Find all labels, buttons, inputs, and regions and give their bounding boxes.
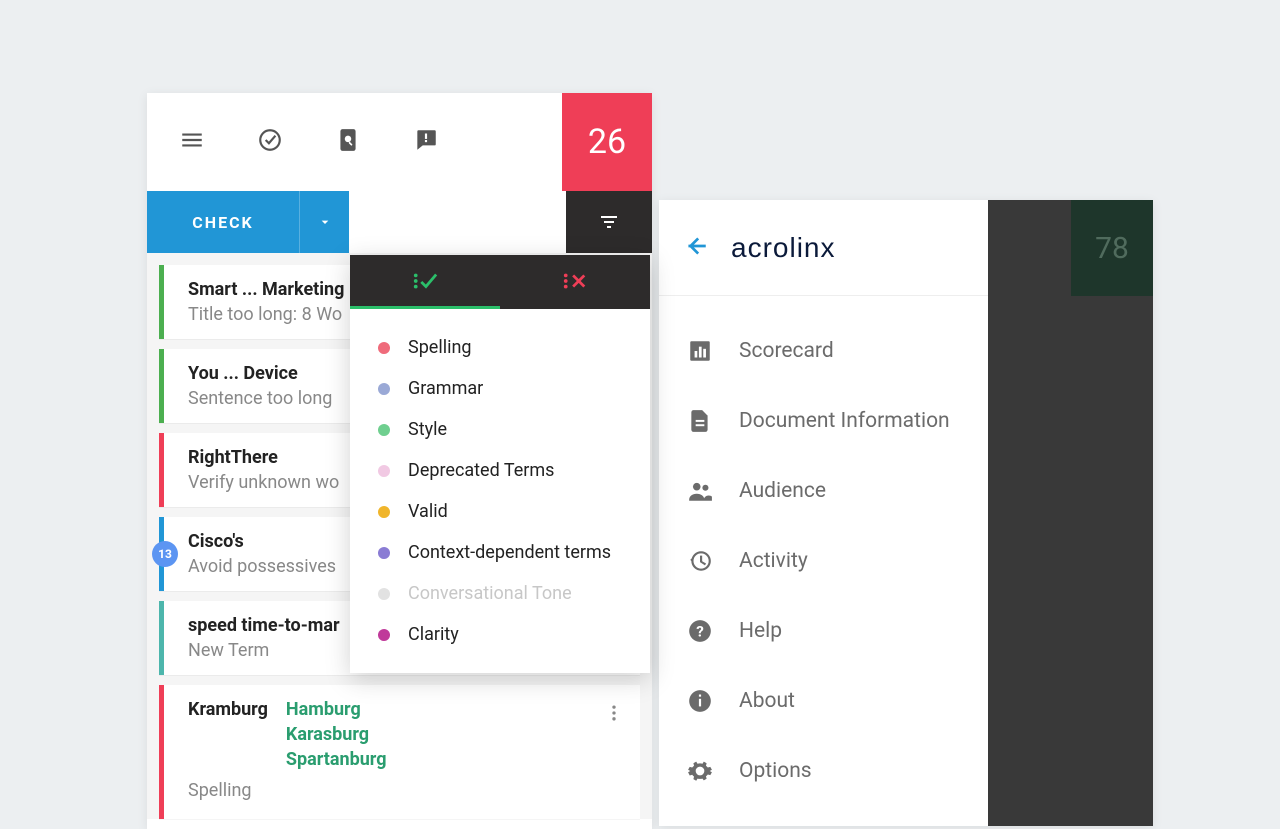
- document-icon: [687, 408, 713, 434]
- drawer-item-options[interactable]: Options: [659, 736, 988, 806]
- filter-label: Valid: [408, 501, 448, 522]
- filter-label: Conversational Tone: [408, 583, 572, 604]
- drawer-item-docinfo[interactable]: Document Information: [659, 386, 988, 456]
- issue-card-expanded[interactable]: Kramburg Hamburg Karasburg Spartanburg S…: [159, 685, 640, 819]
- checkbar-spacer: [349, 191, 566, 253]
- check-button[interactable]: CHECK: [147, 191, 299, 253]
- drawer-item-help[interactable]: ? Help: [659, 596, 988, 666]
- drawer-label: About: [739, 689, 795, 713]
- color-dot: [378, 342, 390, 354]
- check-circle-icon[interactable]: [257, 127, 283, 157]
- filter-label: Deprecated Terms: [408, 460, 554, 481]
- drawer-item-activity[interactable]: Activity: [659, 526, 988, 596]
- color-dot: [378, 465, 390, 477]
- bar-chart-icon: [687, 338, 713, 364]
- more-icon[interactable]: [604, 703, 624, 727]
- color-dot: [378, 588, 390, 600]
- navigation-drawer: acrolinx Scorecard Document Information …: [659, 200, 988, 826]
- filter-item-grammar[interactable]: Grammar: [350, 368, 650, 409]
- filter-item-valid[interactable]: Valid: [350, 491, 650, 532]
- score-badge-secondary: 78: [1071, 200, 1153, 296]
- color-dot: [378, 547, 390, 559]
- filter-tab-disable[interactable]: [500, 255, 650, 309]
- color-dot: [378, 383, 390, 395]
- back-arrow-icon[interactable]: [683, 233, 709, 263]
- drawer-label: Activity: [739, 549, 808, 573]
- filter-tabs: [350, 255, 650, 309]
- topbar: 26: [147, 93, 652, 191]
- suggestion[interactable]: Karasburg: [286, 724, 387, 745]
- filter-item-spelling[interactable]: Spelling: [350, 327, 650, 368]
- drawer-item-about[interactable]: About: [659, 666, 988, 736]
- filter-label: Grammar: [408, 378, 483, 399]
- topbar-icons: [147, 127, 562, 157]
- filter-button[interactable]: [566, 191, 652, 253]
- help-icon: ?: [687, 618, 713, 644]
- score-badge[interactable]: 26: [562, 93, 652, 191]
- color-dot: [378, 424, 390, 436]
- check-dropdown[interactable]: [299, 191, 349, 253]
- flagged-term: Kramburg: [188, 699, 268, 720]
- drawer-label: Document Information: [739, 409, 950, 433]
- feedback-icon[interactable]: [413, 127, 439, 157]
- drawer-header: acrolinx: [659, 200, 988, 296]
- drawer-item-audience[interactable]: Audience: [659, 456, 988, 526]
- filter-item-context[interactable]: Context-dependent terms: [350, 532, 650, 573]
- issue-category: Spelling: [188, 780, 622, 801]
- filter-label: Clarity: [408, 624, 459, 645]
- people-icon: [687, 478, 713, 504]
- color-dot: [378, 506, 390, 518]
- svg-text:?: ?: [696, 622, 704, 640]
- info-icon: [687, 688, 713, 714]
- drawer-item-scorecard[interactable]: Scorecard: [659, 316, 988, 386]
- drawer-label: Audience: [739, 479, 826, 503]
- color-dot: [378, 629, 390, 641]
- check-bar: CHECK: [147, 191, 652, 253]
- drawer-list: Scorecard Document Information Audience …: [659, 296, 988, 826]
- filter-label: Context-dependent terms: [408, 542, 611, 563]
- menu-icon[interactable]: [179, 127, 205, 157]
- suggestion[interactable]: Hamburg: [286, 699, 387, 720]
- issue-count-badge: 13: [152, 541, 178, 567]
- filter-label: Style: [408, 419, 447, 440]
- gear-icon: [687, 758, 713, 784]
- drawer-panel: 78 acrolinx Scorecard Document Informati…: [659, 200, 1153, 826]
- filter-item-deprecated[interactable]: Deprecated Terms: [350, 450, 650, 491]
- drawer-label: Scorecard: [739, 339, 834, 363]
- drawer-label: Options: [739, 759, 812, 783]
- brand-logo: acrolinx: [731, 232, 835, 264]
- filter-label: Spelling: [408, 337, 472, 358]
- filter-item-style[interactable]: Style: [350, 409, 650, 450]
- suggestion-row: Kramburg Hamburg Karasburg Spartanburg: [188, 699, 622, 770]
- history-icon: [687, 548, 713, 574]
- drawer-label: Help: [739, 619, 782, 643]
- filter-tab-enable[interactable]: [350, 255, 500, 309]
- suggestion[interactable]: Spartanburg: [286, 749, 387, 770]
- filter-item-conversational: Conversational Tone: [350, 573, 650, 614]
- filter-item-clarity[interactable]: Clarity: [350, 614, 650, 655]
- filter-list: Spelling Grammar Style Deprecated Terms …: [350, 309, 650, 673]
- filter-popover: Spelling Grammar Style Deprecated Terms …: [350, 255, 650, 673]
- document-search-icon[interactable]: [335, 127, 361, 157]
